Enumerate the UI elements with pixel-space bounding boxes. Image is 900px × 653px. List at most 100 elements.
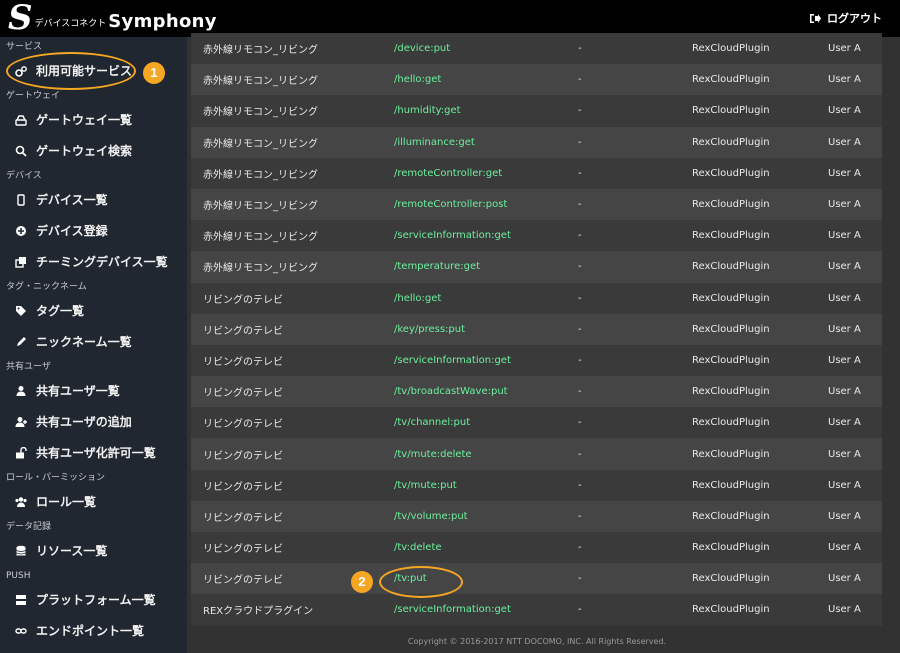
- plugin-cell: RexCloudPlugin: [692, 376, 828, 408]
- plugin-cell: RexCloudPlugin: [692, 500, 828, 532]
- table-row[interactable]: リビングのテレビ/tv/broadcastWave:put - RexCloudPl…: [191, 376, 882, 408]
- sidebar-item-label: 共有ユーザの追加: [36, 415, 132, 429]
- sidebar-item-label: ロール一覧: [36, 495, 97, 509]
- value-cell: -: [578, 64, 692, 96]
- sidebar-item-label: エンドポイント一覧: [36, 624, 145, 638]
- api-path-cell: /serviceInformation:get: [394, 344, 578, 377]
- api-path-cell: /humidity:get: [394, 95, 578, 127]
- sidebar-item-label: 共有ユーザ化許可一覧: [36, 446, 156, 460]
- table-row[interactable]: 赤外線リモコン_リビング/remoteController:get - RexClo…: [191, 157, 882, 189]
- table-row[interactable]: リビングのテレビ/tv:delete - RexCloudPlugin User A: [191, 532, 882, 564]
- table-row[interactable]: 赤外線リモコン_リビング/hello:get - RexCloudPlugin Use…: [191, 64, 882, 96]
- value-cell: -: [578, 563, 692, 595]
- value-cell: -: [578, 282, 692, 314]
- mobile-icon: [15, 193, 27, 206]
- plugin-cell: RexCloudPlugin: [692, 33, 828, 65]
- api-path-cell: /tv/mute:put: [394, 469, 578, 501]
- sidebar-item[interactable]: 共有ユーザ化許可一覧: [0, 437, 187, 468]
- sidebar-item-label: 共有ユーザ一覧: [36, 384, 120, 398]
- value-cell: -: [578, 594, 692, 626]
- device-name-cell: リビングのテレビ: [191, 407, 394, 439]
- cogs-icon: [15, 65, 27, 77]
- value-cell: -: [578, 220, 692, 252]
- device-name-cell: 赤外線リモコン_リビング: [191, 220, 394, 252]
- table-row[interactable]: 赤外線リモコン_リビング/illuminance:get - RexCloudPlu…: [191, 126, 882, 158]
- table-row[interactable]: リビングのテレビ/tv/volume:put - RexCloudPlugin Use…: [191, 500, 882, 532]
- table-row[interactable]: リビングのテレビ/tv/mute:put - RexCloudPlugin User …: [191, 469, 882, 501]
- api-path-cell: /tv/broadcastWave:put: [394, 376, 578, 408]
- device-name-cell: リビングのテレビ: [191, 282, 394, 314]
- value-cell: -: [578, 344, 692, 377]
- api-path-cell: /serviceInformation:get: [394, 220, 578, 252]
- sidebar-item-label: プラットフォーム一覧: [36, 593, 156, 607]
- table-row[interactable]: リビングのテレビ/tv/channel:put - RexCloudPlugin Us…: [191, 407, 882, 439]
- table-row[interactable]: リビングのテレビ/hello:get - RexCloudPlugin User A: [191, 282, 882, 314]
- user-cell: User A: [828, 438, 882, 470]
- pencil-icon: [15, 336, 27, 348]
- sidebar-item[interactable]: デバイス登録: [0, 215, 187, 246]
- user-cell: User A: [828, 251, 882, 283]
- device-name-cell: 赤外線リモコン_リビング: [191, 64, 394, 96]
- table-row[interactable]: 赤外線リモコン_リビング/remoteController:post - RexCl…: [191, 188, 882, 221]
- user-icon: [15, 385, 27, 397]
- device-name-cell: 赤外線リモコン_リビング: [191, 33, 394, 65]
- value-cell: -: [578, 157, 692, 189]
- search-icon: [15, 145, 27, 157]
- plugin-cell: RexCloudPlugin: [692, 64, 828, 96]
- api-path-cell: /tv/channel:put: [394, 407, 578, 439]
- sidebar-item-label: デバイス一覧: [36, 193, 108, 207]
- plugin-cell: RexCloudPlugin: [692, 594, 828, 626]
- sidebar-item[interactable]: エンドポイント一覧: [0, 615, 187, 646]
- sidebar-item[interactable]: ゲートウェイ一覧: [0, 104, 187, 135]
- plugin-cell: RexCloudPlugin: [692, 95, 828, 127]
- users-icon: [15, 496, 27, 508]
- sidebar-section-title: デバイス: [6, 171, 42, 181]
- tags-icon: [15, 305, 27, 317]
- value-cell: -: [578, 251, 692, 283]
- plugin-cell: RexCloudPlugin: [692, 251, 828, 283]
- device-name-cell: 赤外線リモコン_リビング: [191, 188, 394, 221]
- sidebar-item-label: タグ一覧: [36, 304, 85, 318]
- table-row[interactable]: REXクラウドプラグイン/serviceInformation:get - RexC…: [191, 594, 882, 626]
- api-path-cell: /hello:get: [394, 64, 578, 96]
- sidebar-item[interactable]: 共有ユーザ一覧: [0, 375, 187, 406]
- table-row[interactable]: 赤外線リモコン_リビング/humidity:get - RexCloudPlugin…: [191, 95, 882, 127]
- sidebar-item[interactable]: タグ一覧: [0, 295, 187, 326]
- sidebar-item[interactable]: プラットフォーム一覧: [0, 584, 187, 615]
- device-name-cell: REXクラウドプラグイン: [191, 594, 394, 626]
- api-path-cell: /illuminance:get: [394, 126, 578, 158]
- sidebar-item-label: リソース一覧: [36, 544, 108, 558]
- sidebar-item[interactable]: ゲートウェイ検索: [0, 135, 187, 166]
- logout-button[interactable]: ログアウト: [809, 10, 882, 26]
- sidebar-item[interactable]: デバイス一覧: [0, 184, 187, 215]
- table-row[interactable]: 赤外線リモコン_リビング/temperature:get - RexCloudPlu…: [191, 251, 882, 283]
- api-path-cell: /key/press:put: [394, 313, 578, 345]
- sidebar-item[interactable]: ニックネーム一覧: [0, 326, 187, 357]
- sidebar-item[interactable]: リソース一覧: [0, 535, 187, 566]
- user-cell: User A: [828, 376, 882, 408]
- user-cell: User A: [828, 282, 882, 314]
- plugin-cell: RexCloudPlugin: [692, 220, 828, 252]
- value-cell: -: [578, 407, 692, 439]
- app-logo[interactable]: S デバイスコネクト Symphony: [8, 0, 217, 38]
- table-row[interactable]: 赤外線リモコン_リビング/device:put - RexCloudPlugin Us…: [191, 33, 882, 65]
- sidebar-item[interactable]: 共有ユーザの追加: [0, 406, 187, 437]
- value-cell: -: [578, 313, 692, 345]
- device-name-cell: リビングのテレビ: [191, 344, 394, 377]
- device-name-cell: 赤外線リモコン_リビング: [191, 251, 394, 283]
- sign-out-icon: [810, 13, 821, 23]
- table-row[interactable]: リビングのテレビ/key/press:put - RexCloudPlugin Use…: [191, 313, 882, 345]
- user-cell: User A: [828, 157, 882, 189]
- table-row[interactable]: リビングのテレビ/tv:put - RexCloudPlugin User A: [191, 563, 882, 595]
- table-row[interactable]: リビングのテレビ/tv/mute:delete - RexCloudPlugin Us…: [191, 438, 882, 470]
- sidebar-item[interactable]: チーミングデバイス一覧: [0, 246, 187, 277]
- plugin-cell: RexCloudPlugin: [692, 407, 828, 439]
- logo-mark: S: [8, 0, 33, 38]
- step-badge-1: 1: [143, 62, 165, 84]
- user-cell: User A: [828, 407, 882, 439]
- table-row[interactable]: 赤外線リモコン_リビング/serviceInformation:get - RexC…: [191, 220, 882, 252]
- sidebar-item[interactable]: ロール一覧: [0, 486, 187, 517]
- database-icon: [15, 545, 27, 557]
- unlock-icon: [15, 446, 27, 459]
- table-row[interactable]: リビングのテレビ/serviceInformation:get - RexCloud…: [191, 344, 882, 377]
